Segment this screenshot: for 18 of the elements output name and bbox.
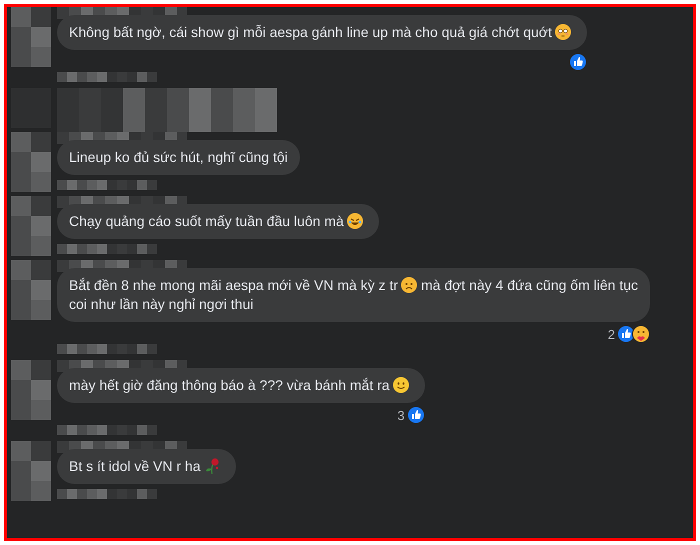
comment-text: Chạy quảng cáo suốt mấy tuần đầu luôn mà (69, 213, 344, 229)
comment-text: mà đợt này 4 đứa cũng ốm liên tục (421, 277, 638, 293)
comment-text: Không bất ngờ, cái show gì mỗi aespa gánh line up mà cho quả giá chớt quớt (69, 24, 552, 40)
sad-face-icon (401, 277, 417, 293)
comment-text: coi như lần này nghỉ ngơi thui (69, 296, 254, 312)
comment-text: mày hết giờ đăng thông báo à ??? vừa bánh mắt ra (69, 377, 390, 393)
comment-text: Bắt đền 8 nhe mong mãi aespa mới về VN mà kỳ z tr (69, 277, 398, 293)
reaction-count: 2 (608, 326, 615, 342)
like-reaction-icon[interactable] (406, 406, 425, 424)
like-reaction-icon[interactable] (568, 53, 587, 71)
wilted-rose-icon (204, 458, 220, 474)
laughing-face-icon (346, 213, 363, 229)
smiling-face-icon (392, 377, 409, 393)
flushed-face-icon (554, 24, 571, 40)
comment-text: Bt s ít idol về VN r ha (69, 458, 200, 474)
care-reaction-icon[interactable] (632, 325, 650, 343)
comment-text: Lineup ko đủ sức hút, nghĩ cũng tội (69, 149, 288, 165)
reaction-count: 3 (397, 408, 405, 422)
